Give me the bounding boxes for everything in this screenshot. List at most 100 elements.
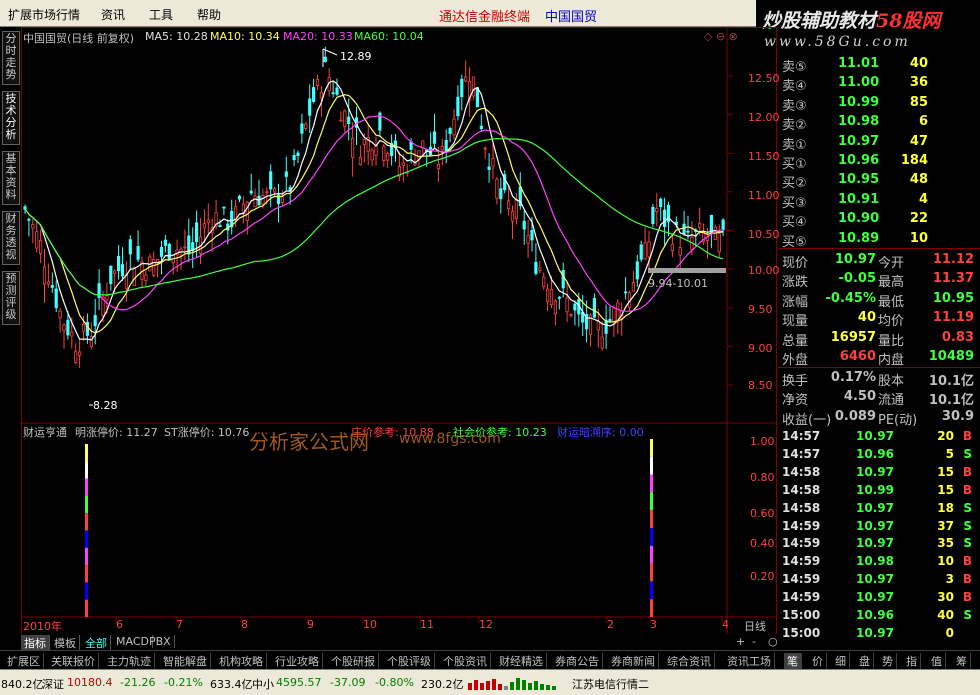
candle-body	[483, 147, 487, 150]
ask-level[interactable]: 卖④ 11.00 36	[778, 73, 980, 94]
candle-body	[608, 319, 612, 322]
chart-control-icons[interactable]: ◇ ⊖ ⊗	[704, 30, 738, 43]
tick-row[interactable]: 14:58 10.99 15 B	[778, 481, 980, 499]
signal-bar-segment	[650, 439, 653, 457]
tick-row[interactable]: 14:59 10.97 37 S	[778, 517, 980, 535]
side-panel-tab[interactable]: 细	[832, 653, 850, 669]
stock-name-link[interactable]: 中国国贸	[545, 6, 597, 25]
tick-row[interactable]: 15:00 10.96 40 S	[778, 606, 980, 624]
side-panel-tab[interactable]: 价	[809, 653, 827, 669]
candle-body	[475, 87, 480, 108]
bottom-tab[interactable]: 个股资讯	[440, 653, 491, 669]
candle-body	[530, 230, 534, 241]
signal-bar-segment	[650, 456, 653, 475]
bottom-tab[interactable]: 券商新闻	[608, 653, 659, 669]
bid-level[interactable]: 买③ 10.91 4	[778, 190, 980, 211]
tick-row[interactable]: 14:58 10.97 18 S	[778, 499, 980, 517]
ask-level[interactable]: 卖① 10.97 47	[778, 132, 980, 153]
tick-row[interactable]: 14:57 10.97 20 B	[778, 427, 980, 445]
tab-fundamentals[interactable]: 基本资料	[2, 151, 20, 205]
side-panel-tab[interactable]: 值	[928, 653, 946, 669]
tick-price: 10.97	[856, 464, 894, 479]
quote-row: 涨幅 -0.45% 最低 10.95	[778, 289, 980, 310]
ma20-label: MA20: 10.33	[283, 30, 353, 43]
zoom-out-button[interactable]: -	[749, 635, 759, 648]
side-panel-tab[interactable]: 筹	[953, 653, 971, 669]
y-tick: 10.50	[748, 228, 780, 241]
bottom-tab[interactable]: 券商公告	[552, 653, 603, 669]
bottom-tab[interactable]: 智能解盘	[160, 653, 211, 669]
candle-body	[417, 150, 421, 160]
tab-ratings[interactable]: 预测评级	[2, 271, 20, 325]
bottom-tab[interactable]: 个股评级	[384, 653, 435, 669]
menu-news[interactable]: 资讯	[101, 6, 125, 23]
bid-level[interactable]: 买④ 10.90 22	[778, 209, 980, 230]
period-button[interactable]: 日线	[744, 618, 766, 634]
bottom-tab[interactable]: 财经精选	[496, 653, 547, 669]
tick-row[interactable]: 14:58 10.97 15 B	[778, 463, 980, 481]
bottom-tab[interactable]: 机构攻略	[216, 653, 267, 669]
bottom-tab[interactable]: 行业攻略	[272, 653, 323, 669]
tick-row[interactable]: 14:59 10.97 3 B	[778, 570, 980, 588]
app-name-link[interactable]: 通达信金融终端	[439, 6, 530, 25]
tick-volume: 15	[937, 464, 954, 479]
level-volume: 22	[909, 211, 928, 227]
subtab-pbx[interactable]: PBX	[146, 635, 175, 648]
quote-value: 11.19	[932, 310, 974, 326]
candle-body	[272, 188, 277, 193]
candle-body	[194, 222, 199, 243]
bottom-tab-bar: 扩展区 关联报价 主力轨迹 智能解盘 机构攻略 行业攻略 个股研报 个股评级 个股资讯 财经精选券…	[0, 650, 980, 669]
signal-bar-segment	[650, 492, 653, 511]
tick-volume: 37	[937, 518, 954, 533]
ask-level[interactable]: 卖⑤ 11.01 40	[778, 54, 980, 75]
bottom-tab[interactable]: 综合资讯	[664, 653, 715, 669]
y-tick: 10.00	[748, 264, 780, 277]
candle-body	[698, 223, 702, 228]
level-volume: 36	[909, 75, 928, 91]
subtab-template[interactable]: 模板	[51, 635, 80, 651]
menu-extended-market[interactable]: 扩展市场行情	[8, 6, 80, 23]
indicator-v6: 财运暗溯序: 0.00	[557, 426, 644, 439]
side-panel-tab[interactable]: 盘	[856, 653, 874, 669]
level-price: 10.98	[838, 114, 880, 130]
candle-body	[315, 79, 320, 87]
bid-level[interactable]: 买⑤ 10.89 10	[778, 229, 980, 250]
bid-level[interactable]: 买① 10.96 184	[778, 151, 980, 172]
candle-body	[612, 307, 616, 322]
bottom-tab[interactable]: 主力轨迹	[104, 653, 155, 669]
menu-tools[interactable]: 工具	[149, 6, 173, 23]
ask-level[interactable]: 卖② 10.98 6	[778, 112, 980, 133]
menu-help[interactable]: 帮助	[197, 6, 221, 23]
level-label: 卖③	[782, 98, 807, 114]
side-panel-tab[interactable]: 势	[879, 653, 897, 669]
tick-row[interactable]: 15:00 10.97 0	[778, 624, 980, 642]
tick-row[interactable]: 14:59 10.97 30 B	[778, 588, 980, 606]
side-panel-tab[interactable]: 笔	[784, 653, 802, 669]
tick-row[interactable]: 14:59 10.97 35 S	[778, 534, 980, 552]
bottom-tab[interactable]: 关联报价	[48, 653, 99, 669]
bid-level[interactable]: 买② 10.95 48	[778, 170, 980, 191]
tab-financials[interactable]: 财务透视	[2, 211, 20, 265]
candle-body	[308, 98, 312, 116]
bottom-tab[interactable]: 扩展区	[4, 653, 44, 669]
subtab-all[interactable]: 全部	[82, 635, 111, 651]
zoom-in-button[interactable]: +	[733, 635, 748, 648]
tick-row[interactable]: 14:57 10.96 5 S	[778, 445, 980, 463]
bottom-tab[interactable]: 资讯工场	[724, 653, 775, 669]
tab-technical[interactable]: 技术分析	[2, 91, 20, 145]
watermark-site-name: 分析家公式网	[249, 430, 369, 454]
side-panel-tab[interactable]: 指	[903, 653, 921, 669]
candle-body	[651, 206, 655, 224]
candle-body	[27, 218, 31, 221]
zx-amount: 230.2亿	[421, 678, 464, 691]
signal-bar-segment	[650, 474, 653, 493]
candle-body	[46, 281, 51, 285]
tick-row[interactable]: 14:59 10.98 10 B	[778, 552, 980, 570]
subtab-indicator[interactable]: 指标	[21, 635, 50, 651]
kline-chart-area[interactable]: 中国国贸(日线 前复权) MA5: 10.28 MA10: 10.34 MA20…	[21, 27, 780, 637]
tab-intraday[interactable]: 分时走势	[2, 31, 20, 85]
tick-price: 10.97	[856, 536, 894, 551]
bottom-tab[interactable]: 个股研报	[328, 653, 379, 669]
ask-level[interactable]: 卖③ 10.99 85	[778, 93, 980, 114]
candle-body	[261, 195, 265, 205]
